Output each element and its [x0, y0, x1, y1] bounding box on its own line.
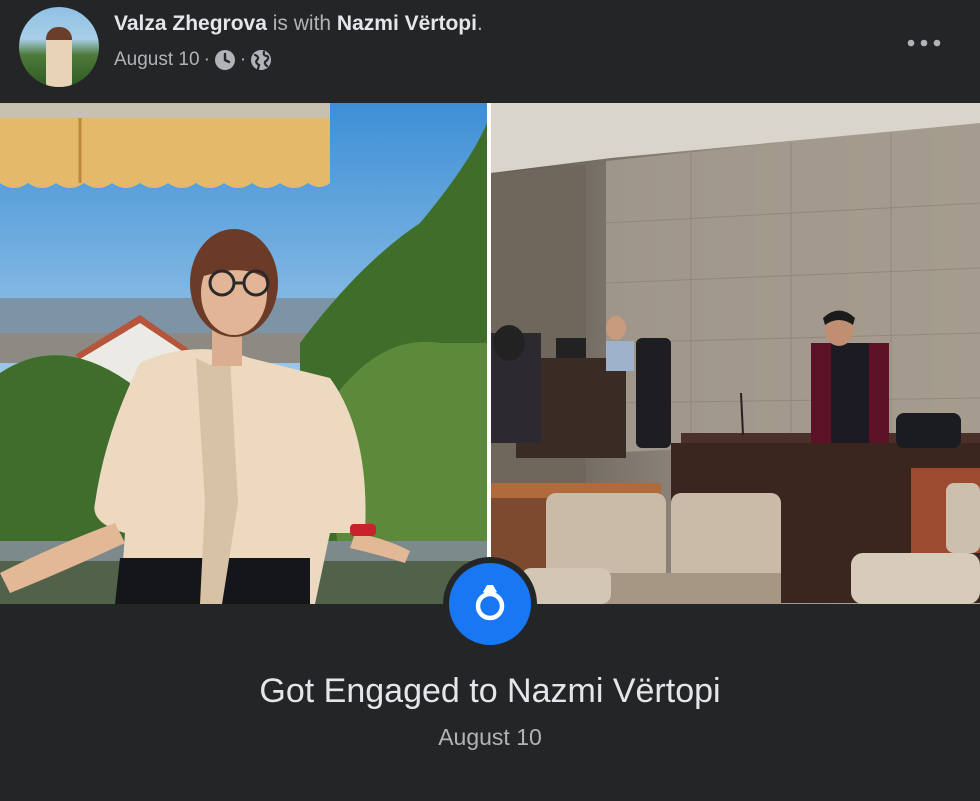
photo-collage	[0, 103, 980, 604]
clock-icon	[214, 49, 236, 71]
avatar[interactable]	[19, 7, 99, 87]
ring-badge	[449, 563, 531, 645]
life-event-badge	[443, 557, 537, 651]
photo-balcony[interactable]	[0, 103, 487, 604]
more-options-button[interactable]	[898, 28, 950, 58]
attribution-period: .	[476, 12, 483, 35]
post-date-link[interactable]: August 10	[114, 46, 200, 74]
life-event-date: August 10	[438, 724, 542, 750]
post-meta: August 10 · ·	[114, 46, 272, 74]
tagged-person-link[interactable]: Nazmi Vërtopi	[337, 12, 477, 35]
author-name-link[interactable]: Valza Zhegrova	[114, 12, 267, 35]
post-attribution: Valza Zhegrova is with Nazmi Vërtopi.	[114, 10, 483, 38]
post-header: Valza Zhegrova is with Nazmi Vërtopi. Au…	[0, 0, 980, 103]
globe-icon[interactable]	[250, 49, 272, 71]
ring-icon	[470, 581, 510, 628]
life-event-title: Got Engaged to Nazmi Vërtopi	[259, 672, 721, 710]
with-connector: is with	[266, 12, 337, 35]
meta-separator: ·	[239, 49, 247, 70]
photo-courtroom[interactable]	[491, 103, 980, 604]
avatar-photo	[46, 27, 72, 87]
meta-separator: ·	[203, 49, 210, 70]
more-options-icon	[907, 34, 941, 52]
